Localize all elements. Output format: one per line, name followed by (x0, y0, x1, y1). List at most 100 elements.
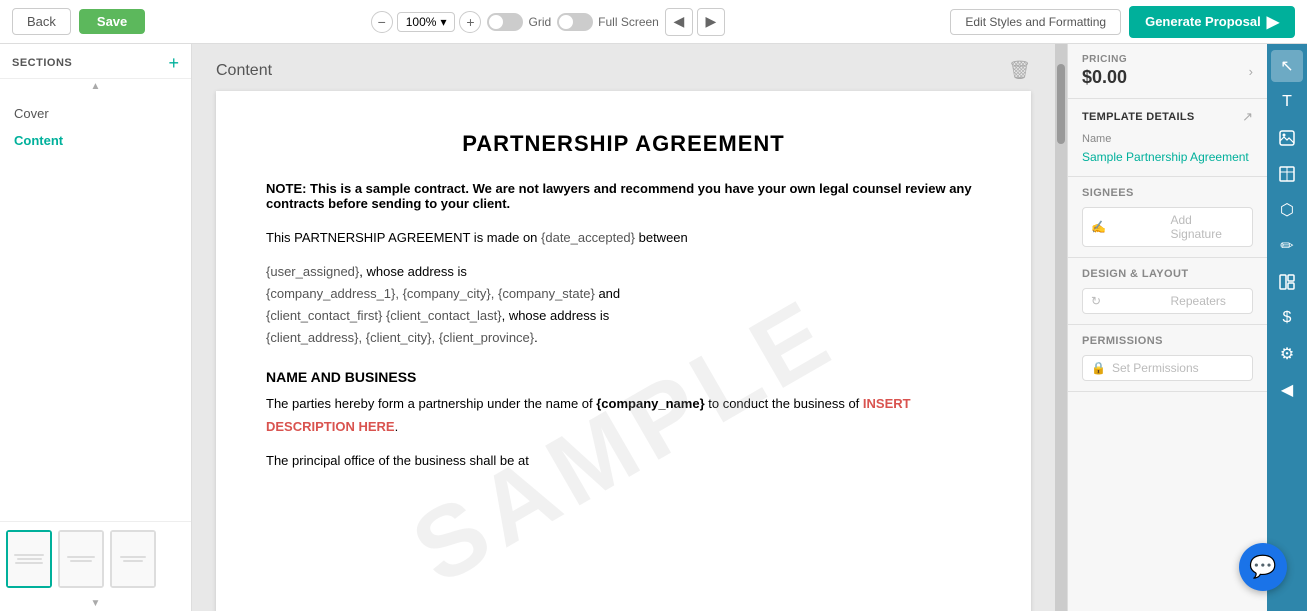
sidebar-item-cover[interactable]: Cover (0, 100, 191, 127)
pricing-chevron-icon: › (1249, 64, 1253, 79)
zoom-value-display[interactable]: 100% ▾ (397, 12, 456, 32)
save-button[interactable]: Save (79, 9, 145, 34)
zoom-dropdown-icon: ▾ (440, 15, 446, 29)
document-page[interactable]: SAMPLE PARTNERSHIP AGREEMENT NOTE: This … (216, 91, 1031, 611)
add-signature-row[interactable]: ✍ Add Signature (1082, 207, 1253, 247)
back-button[interactable]: Back (12, 8, 71, 35)
thumb-line (67, 556, 95, 558)
zoom-control: − 100% ▾ + (371, 11, 482, 33)
document-note: NOTE: This is a sample contract. We are … (266, 181, 981, 211)
thumb-inner-3 (112, 532, 154, 586)
pricing-label: PRICING (1082, 54, 1127, 65)
user-assigned-var: {user_assigned} (266, 264, 359, 279)
template-details-header: TEMPLATE DETAILS ↗ (1082, 109, 1253, 125)
dollar-icon-btn[interactable]: $ (1271, 302, 1303, 334)
zoom-out-button[interactable]: − (371, 11, 393, 33)
fullscreen-toggle-knob (559, 15, 573, 29)
thumb-line (120, 556, 146, 558)
layout-icon-btn[interactable] (1271, 266, 1303, 298)
fullscreen-toggle[interactable] (557, 13, 593, 31)
zoom-percentage: 100% (406, 15, 437, 29)
image-icon-btn[interactable] (1271, 122, 1303, 154)
set-permissions-label: Set Permissions (1112, 361, 1199, 375)
date-var: {date_accepted} (541, 230, 635, 245)
left-sidebar: SECTIONS + ▲ Cover Content (0, 44, 192, 611)
document-body-2: {user_assigned}, whose address is {compa… (266, 261, 981, 349)
template-details-title: TEMPLATE DETAILS (1082, 111, 1195, 123)
thumbnail-2[interactable] (58, 530, 104, 588)
set-permissions-row[interactable]: 🔒 Set Permissions (1082, 355, 1253, 381)
permissions-label: PERMISSIONS (1082, 335, 1253, 347)
next-page-button[interactable]: ▶ (697, 8, 725, 36)
repeaters-row[interactable]: ↻ Repeaters (1082, 288, 1253, 314)
grid-toggle-wrap: Grid (487, 13, 551, 31)
table-icon-btn[interactable] (1271, 158, 1303, 190)
scrollbar-thumb (1057, 64, 1065, 144)
repeaters-label: Repeaters (1171, 294, 1245, 308)
navigation-arrows: ◀ ▶ (665, 8, 725, 36)
company-name-var: {company_name} (596, 396, 704, 411)
icon-strip: ↖ T ⬡ ✏ $ ⚙ ◀ (1267, 44, 1307, 611)
permissions-section: PERMISSIONS 🔒 Set Permissions (1068, 325, 1267, 392)
note-bold: NOTE: This is a sample contract. We are … (266, 181, 972, 211)
thumb-line (14, 554, 44, 556)
name-field-label: Name (1082, 133, 1253, 145)
topbar-left: Back Save (12, 8, 145, 35)
generate-arrow-icon: ▶ (1267, 12, 1279, 32)
edit-styles-button[interactable]: Edit Styles and Formatting (950, 9, 1121, 35)
delete-content-button[interactable]: 🗑 (1008, 60, 1031, 81)
name-field-value: Sample Partnership Agreement (1082, 149, 1253, 166)
template-details-section: TEMPLATE DETAILS ↗ Name Sample Partnersh… (1068, 99, 1267, 177)
section-list: Cover Content (0, 94, 191, 521)
topbar: Back Save − 100% ▾ + Grid Full Screen ◀ (0, 0, 1307, 44)
grid-label: Grid (528, 15, 551, 29)
sidebar-item-content[interactable]: Content (0, 127, 191, 154)
thumb-line (17, 558, 42, 560)
insert-description: INSERT DESCRIPTION HERE (266, 396, 911, 433)
shape-icon-btn[interactable]: ⬡ (1271, 194, 1303, 226)
prev-page-button[interactable]: ◀ (665, 8, 693, 36)
design-layout-section: DESIGN & LAYOUT ↻ Repeaters (1068, 258, 1267, 325)
pen-icon-btn[interactable]: ✏ (1271, 230, 1303, 262)
content-area-header: Content 🗑 (216, 60, 1031, 81)
content-area: Content 🗑 SAMPLE PARTNERSHIP AGREEMENT N… (192, 44, 1055, 611)
content-label: Content (216, 62, 272, 80)
chat-icon: 💬 (1249, 554, 1276, 580)
grid-toggle[interactable] (487, 13, 523, 31)
topbar-right: Edit Styles and Formatting Generate Prop… (950, 6, 1295, 38)
pricing-content: PRICING $0.00 (1082, 54, 1127, 88)
generate-proposal-button[interactable]: Generate Proposal ▶ (1129, 6, 1295, 38)
pricing-value: $0.00 (1082, 67, 1127, 88)
design-layout-label: DESIGN & LAYOUT (1082, 268, 1253, 280)
scroll-up-button[interactable]: ▲ (0, 79, 191, 94)
grid-toggle-knob (489, 15, 503, 29)
right-sidebar: PRICING $0.00 › TEMPLATE DETAILS ↗ Name … (1067, 44, 1267, 611)
thumb-line (15, 562, 43, 564)
scroll-down-button[interactable]: ▼ (0, 596, 191, 611)
generate-label: Generate Proposal (1145, 14, 1261, 29)
external-link-icon[interactable]: ↗ (1242, 109, 1253, 125)
lock-icon: 🔒 (1091, 361, 1106, 375)
thumbnail-1[interactable] (6, 530, 52, 588)
text-icon-btn[interactable]: T (1271, 86, 1303, 118)
center-scrollbar[interactable] (1055, 44, 1067, 611)
thumb-line (123, 560, 143, 562)
company-address-var: {company_address_1}, {company_city}, {co… (266, 286, 595, 301)
thumb-line (70, 560, 92, 562)
cursor-icon-btn[interactable]: ↖ (1271, 50, 1303, 82)
chat-button[interactable]: 💬 (1239, 543, 1287, 591)
fullscreen-toggle-wrap: Full Screen (557, 13, 659, 31)
collapse-icon-btn[interactable]: ◀ (1271, 374, 1303, 406)
fullscreen-label: Full Screen (598, 15, 659, 29)
settings-icon-btn[interactable]: ⚙ (1271, 338, 1303, 370)
main-area: SECTIONS + ▲ Cover Content (0, 44, 1307, 611)
add-section-button[interactable]: + (168, 54, 179, 72)
sections-header: SECTIONS + (0, 44, 191, 79)
thumbnail-3[interactable] (110, 530, 156, 588)
client-contact-var: {client_contact_first} {client_contact_l… (266, 308, 502, 323)
add-signature-placeholder: Add Signature (1171, 213, 1245, 241)
zoom-in-button[interactable]: + (459, 11, 481, 33)
pricing-link[interactable]: PRICING $0.00 › (1082, 54, 1253, 88)
client-address-var: {client_address}, {client_city}, {client… (266, 330, 534, 345)
thumb-inner-1 (8, 532, 50, 586)
